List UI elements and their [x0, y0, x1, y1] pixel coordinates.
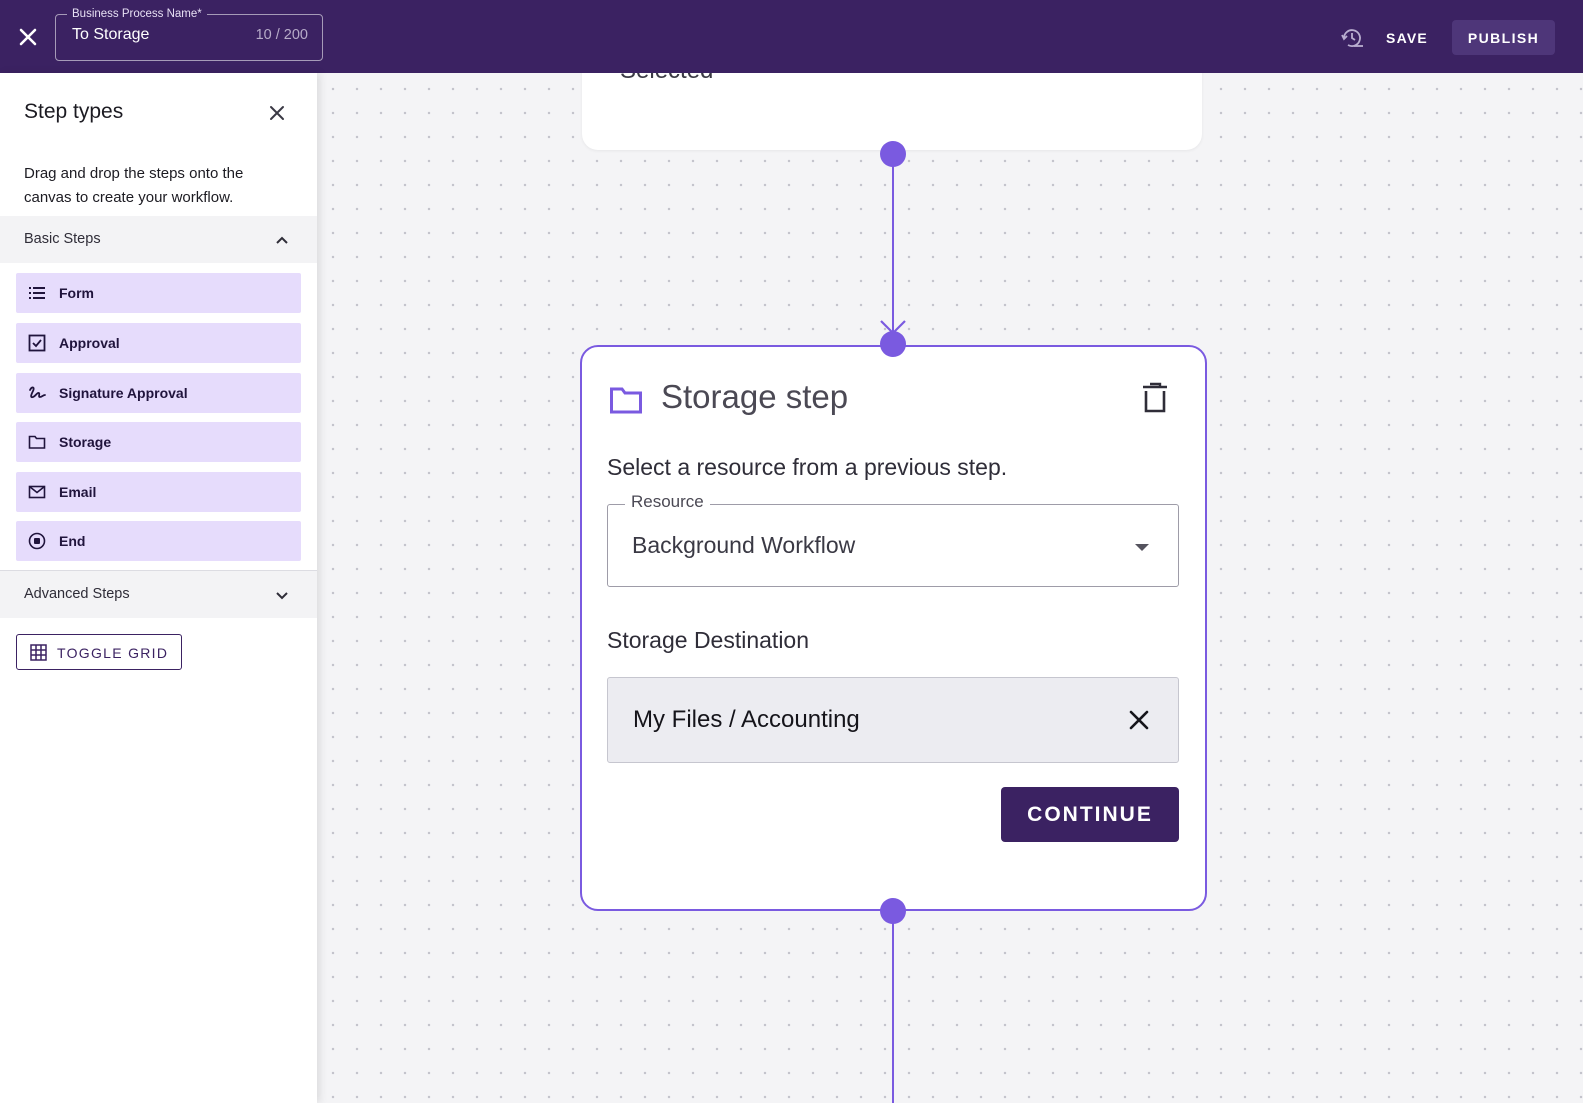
- chevron-up-icon: [272, 230, 292, 250]
- list-icon: [28, 284, 46, 302]
- step-item-label: Email: [59, 484, 97, 500]
- basic-steps-section-toggle[interactable]: Basic Steps: [0, 216, 317, 263]
- publish-button[interactable]: PUBLISH: [1452, 20, 1555, 55]
- character-counter: 10 / 200: [255, 27, 308, 43]
- history-icon[interactable]: [1341, 27, 1365, 49]
- folder-icon: [28, 433, 46, 451]
- chevron-down-icon: [272, 585, 292, 605]
- step-item-label: Storage: [59, 434, 112, 450]
- folder-icon: [609, 385, 643, 415]
- connector-node[interactable]: [880, 141, 906, 167]
- toggle-grid-label: TOGGLE GRID: [57, 645, 169, 661]
- panel-title: Step types: [24, 100, 124, 123]
- step-item-approval[interactable]: Approval: [16, 323, 301, 363]
- checkbox-icon: [28, 334, 46, 352]
- step-item-email[interactable]: Email: [16, 472, 301, 512]
- advanced-steps-label: Advanced Steps: [24, 586, 130, 602]
- panel-description: Drag and drop the steps onto the canvas …: [24, 165, 244, 206]
- previous-step-text: Selected: [620, 73, 713, 85]
- step-item-label: End: [59, 533, 86, 549]
- step-item-signature-approval[interactable]: Signature Approval: [16, 373, 301, 413]
- business-process-name-field[interactable]: Business Process Name* To Storage 10 / 2…: [55, 7, 323, 61]
- advanced-steps-section-toggle[interactable]: Advanced Steps: [0, 571, 317, 618]
- step-item-storage[interactable]: Storage: [16, 422, 301, 462]
- resource-select[interactable]: Resource Background Workflow: [607, 492, 1179, 587]
- connector-line: [892, 911, 894, 1103]
- envelope-icon: [28, 483, 46, 501]
- close-editor-icon[interactable]: [14, 23, 42, 51]
- continue-button[interactable]: CONTINUE: [1001, 787, 1179, 842]
- step-item-end[interactable]: End: [16, 521, 301, 561]
- step-item-label: Form: [59, 285, 94, 301]
- workflow-canvas[interactable]: Selected Storage step Select a resource …: [317, 73, 1583, 1103]
- caret-down-icon: [1132, 540, 1152, 552]
- resource-label: Resource: [625, 492, 710, 512]
- toggle-grid-button[interactable]: TOGGLE GRID: [16, 634, 182, 670]
- business-process-name-label: Business Process Name*: [67, 7, 207, 21]
- storage-step-title: Storage step: [661, 378, 849, 415]
- storage-destination-label: Storage Destination: [607, 627, 810, 653]
- grid-icon: [30, 644, 47, 661]
- step-item-label: Approval: [59, 335, 120, 351]
- connector-node[interactable]: [880, 331, 906, 357]
- save-button[interactable]: SAVE: [1374, 22, 1440, 54]
- storage-step-card[interactable]: Storage step Select a resource from a pr…: [580, 345, 1207, 911]
- connector-node[interactable]: [880, 898, 906, 924]
- stop-circle-icon: [28, 532, 46, 550]
- storage-destination-value: My Files / Accounting: [633, 706, 860, 733]
- connector-line: [892, 153, 894, 343]
- business-process-name-value[interactable]: To Storage: [72, 26, 149, 44]
- basic-steps-label: Basic Steps: [24, 231, 101, 247]
- step-types-panel: Step types Drag and drop the steps onto …: [0, 73, 317, 1103]
- storage-destination-field[interactable]: My Files / Accounting: [607, 677, 1179, 763]
- trash-icon[interactable]: [1141, 382, 1169, 414]
- signature-icon: [28, 384, 46, 402]
- resource-value: Background Workflow: [632, 532, 856, 558]
- resource-hint: Select a resource from a previous step.: [607, 454, 1008, 480]
- step-item-form[interactable]: Form: [16, 273, 301, 313]
- clear-destination-icon[interactable]: [1128, 709, 1150, 731]
- previous-step-card[interactable]: Selected: [582, 73, 1202, 150]
- step-item-label: Signature Approval: [59, 385, 188, 401]
- close-panel-icon[interactable]: [265, 101, 289, 125]
- top-bar: Business Process Name* To Storage 10 / 2…: [0, 0, 1583, 73]
